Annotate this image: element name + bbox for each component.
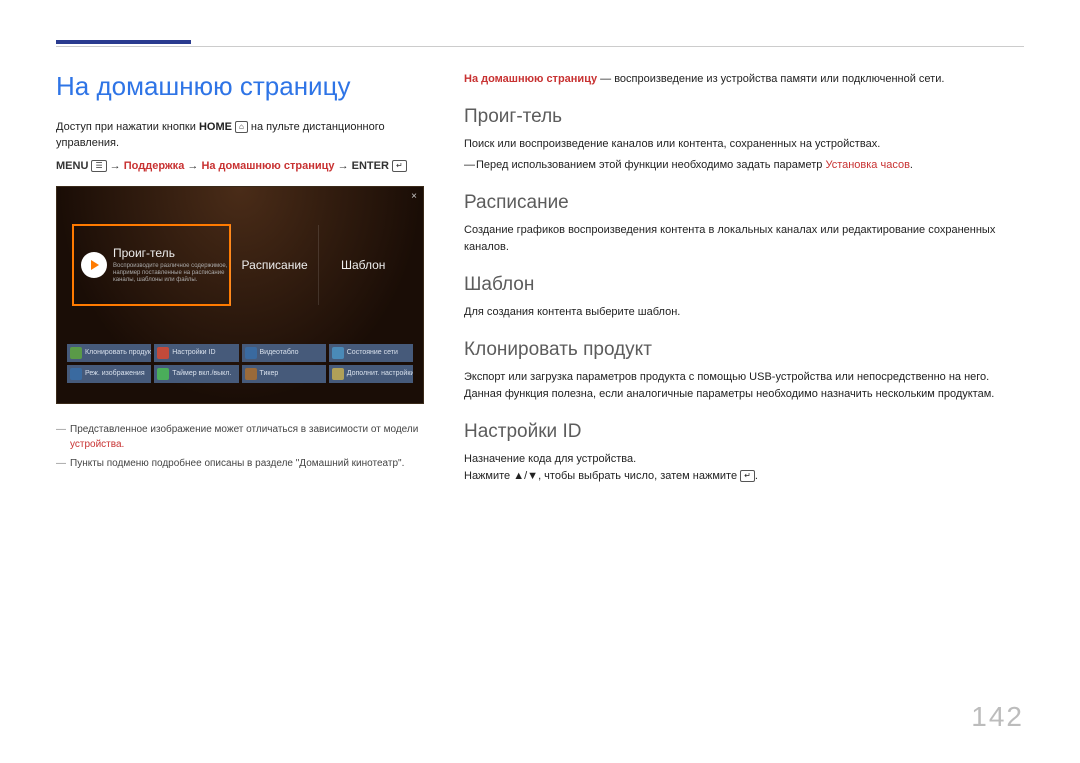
grid-label: Дополнит. настройки	[347, 370, 413, 377]
grid-label: Состояние сети	[347, 349, 398, 356]
grid-cell: Тикер	[242, 365, 326, 383]
page-number: 142	[971, 701, 1024, 733]
grid-label: Тикер	[260, 370, 279, 377]
enter-icon: ↵	[392, 160, 407, 172]
grid-cell: Состояние сети	[329, 344, 413, 362]
section-idset-body1: Назначение кода для устройства.	[464, 451, 1024, 468]
section-player-title: Проиг-тель	[464, 106, 1024, 128]
section-clone-title: Клонировать продукт	[464, 339, 1024, 361]
section-clone-body: Экспорт или загрузка параметров продукта…	[464, 369, 1024, 403]
grid-icon	[157, 347, 169, 359]
grid-cell: Реж. изображения	[67, 365, 151, 383]
grid-icon	[157, 368, 169, 380]
grid-label: Клонировать продукт	[85, 349, 151, 356]
grid-cell: Видеотабло	[242, 344, 326, 362]
home-screen-figure: × Проиг-тель Воспроизводите различное со…	[56, 186, 424, 404]
grid-cell: Таймер вкл./выкл.	[154, 365, 238, 383]
grid-icon	[245, 347, 257, 359]
section-template-body: Для создания контента выберите шаблон.	[464, 304, 1024, 321]
grid-cell: Клонировать продукт	[67, 344, 151, 362]
section-schedule-body: Создание графиков воспроизведения контен…	[464, 222, 1024, 256]
enter-icon: ↵	[740, 470, 755, 482]
tile-template: Шаблон	[318, 225, 407, 305]
tile-schedule: Расписание	[230, 225, 319, 305]
section-schedule-title: Расписание	[464, 192, 1024, 214]
page-title: На домашнюю страницу	[56, 71, 434, 102]
grid-label: Видеотабло	[260, 349, 299, 356]
grid-label: Реж. изображения	[85, 370, 145, 377]
access-instruction: Доступ при нажатии кнопки HOME ⌂ на пуль…	[56, 120, 434, 152]
tile-player: Проиг-тель Воспроизводите различное соде…	[73, 225, 230, 305]
grid-cell: Настройки ID	[154, 344, 238, 362]
play-icon	[81, 252, 107, 278]
footnote-1: Представленное изображение может отличат…	[56, 422, 434, 452]
grid-icon	[332, 347, 344, 359]
menu-path: MENU ☰ → Поддержка → На домашнюю страниц…	[56, 160, 434, 172]
intro-line: На домашнюю страницу — воспроизведение и…	[464, 71, 1024, 88]
section-idset-title: Настройки ID	[464, 421, 1024, 443]
close-icon: ×	[411, 191, 417, 202]
menu-icon: ☰	[91, 160, 106, 172]
grid-icon	[245, 368, 257, 380]
grid-icon	[70, 347, 82, 359]
grid-icon	[70, 368, 82, 380]
grid-label: Настройки ID	[172, 349, 215, 356]
grid-icon	[332, 368, 344, 380]
grid-cell: Дополнит. настройки	[329, 365, 413, 383]
home-icon: ⌂	[235, 121, 248, 133]
section-idset-body2: Нажмите ▲/▼, чтобы выбрать число, затем …	[464, 468, 1024, 485]
grid-label: Таймер вкл./выкл.	[172, 370, 231, 377]
section-player-body: Поиск или воспроизведение каналов или ко…	[464, 136, 1024, 153]
footnote-2: Пункты подменю подробнее описаны в разде…	[56, 456, 434, 471]
section-player-note: Перед использованием этой функции необхо…	[464, 157, 1024, 175]
section-template-title: Шаблон	[464, 274, 1024, 296]
